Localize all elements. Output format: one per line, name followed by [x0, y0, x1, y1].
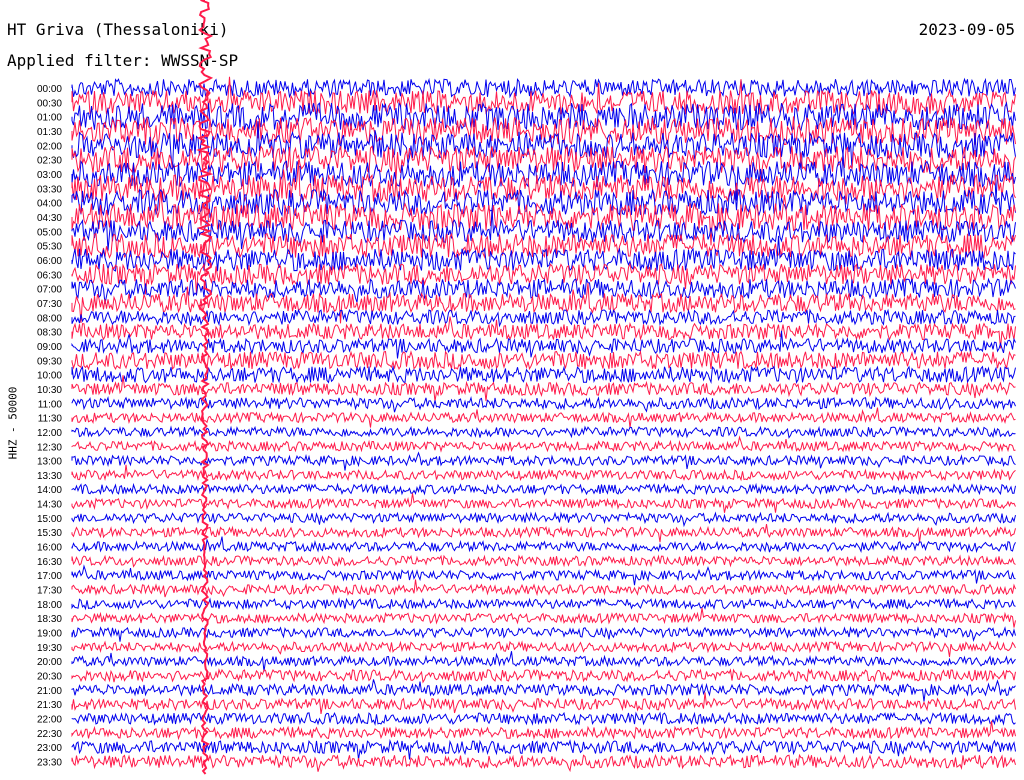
time-label: 03:30 — [37, 184, 62, 195]
time-label: 02:30 — [37, 156, 62, 167]
trace-1600 — [71, 536, 1016, 554]
trace-1830 — [71, 607, 1016, 628]
seismogram-plot: 00:00 00:30 01:00 01:30 02:00 02:30 03:00 03:30… — [37, 0, 1016, 775]
trace-0330 — [71, 159, 1016, 205]
trace-1130 — [71, 407, 1016, 428]
time-label: 00:30 — [37, 98, 62, 109]
time-label: 17:30 — [37, 586, 62, 597]
time-label: 15:00 — [37, 514, 62, 525]
time-label: 12:00 — [37, 428, 62, 439]
time-label: 19:00 — [37, 629, 62, 640]
trace-1700 — [71, 564, 1016, 586]
trace-group — [71, 76, 1016, 773]
time-label: 11:00 — [38, 399, 63, 410]
trace-1030 — [71, 375, 1016, 402]
time-label: 02:00 — [37, 141, 62, 152]
time-label: 13:00 — [37, 457, 62, 468]
trace-0800 — [71, 308, 1016, 328]
time-label: 07:30 — [37, 299, 62, 310]
time-label: 00:00 — [37, 84, 62, 95]
trace-2230 — [71, 720, 1016, 741]
trace-0630 — [71, 262, 1016, 295]
trace-0530 — [71, 232, 1016, 259]
time-label: 06:00 — [37, 256, 62, 267]
trace-2330 — [71, 753, 1016, 773]
trace-2000 — [71, 651, 1016, 672]
trace-1330 — [71, 464, 1016, 482]
time-label: 19:30 — [37, 643, 62, 654]
time-label: 05:00 — [37, 227, 62, 238]
time-label: 14:00 — [37, 485, 62, 496]
time-labels: 00:00 00:30 01:00 01:30 02:00 02:30 03:00 03:30… — [37, 84, 62, 769]
time-label: 23:00 — [37, 743, 62, 754]
time-label: 10:00 — [37, 371, 62, 382]
time-label: 21:00 — [37, 686, 62, 697]
time-label: 23:30 — [37, 758, 62, 769]
time-label: 18:30 — [37, 614, 62, 625]
time-label: 17:00 — [37, 571, 62, 582]
trace-1200 — [71, 425, 1016, 439]
trace-1500 — [71, 511, 1016, 528]
trace-2200 — [71, 711, 1016, 727]
time-label: 08:00 — [37, 313, 62, 324]
trace-1230 — [71, 435, 1016, 453]
trace-1930 — [71, 640, 1016, 657]
time-label: 16:00 — [37, 543, 62, 554]
time-label: 09:30 — [37, 356, 62, 367]
trace-2030 — [71, 668, 1016, 684]
time-label: 10:30 — [37, 385, 62, 396]
time-label: 14:30 — [37, 500, 62, 511]
trace-0600 — [71, 235, 1016, 272]
trace-1300 — [71, 451, 1016, 471]
time-label: 05:30 — [37, 242, 62, 253]
time-label: 16:30 — [37, 557, 62, 568]
trace-1530 — [71, 524, 1016, 543]
time-label: 18:00 — [37, 600, 62, 611]
time-label: 22:30 — [37, 729, 62, 740]
trace-1000 — [71, 365, 1016, 385]
time-label: 11:30 — [38, 414, 63, 425]
trace-1100 — [71, 395, 1016, 413]
time-label: 07:00 — [37, 285, 62, 296]
time-label: 01:30 — [37, 127, 62, 138]
trace-2130 — [71, 692, 1016, 714]
time-label: 15:30 — [37, 528, 62, 539]
time-label: 04:00 — [37, 199, 62, 210]
time-label: 21:30 — [37, 700, 62, 711]
time-label: 20:30 — [37, 672, 62, 683]
time-label: 03:00 — [37, 170, 62, 181]
trace-1900 — [71, 626, 1016, 643]
time-label: 12:30 — [37, 442, 62, 453]
trace-1730 — [71, 579, 1016, 598]
trace-0930 — [71, 349, 1016, 371]
trace-1800 — [71, 597, 1016, 611]
trace-1430 — [71, 493, 1016, 513]
time-label: 22:00 — [37, 715, 62, 726]
time-label: 04:30 — [37, 213, 62, 224]
time-label: 06:30 — [37, 270, 62, 281]
time-label: 08:30 — [37, 328, 62, 339]
time-label: 13:30 — [37, 471, 62, 482]
trace-1400 — [71, 482, 1016, 496]
trace-1630 — [71, 554, 1016, 568]
time-label: 09:00 — [37, 342, 62, 353]
time-label: 01:00 — [37, 113, 62, 124]
time-label: 20:00 — [37, 657, 62, 668]
trace-2300 — [71, 738, 1016, 760]
trace-2100 — [71, 679, 1016, 702]
